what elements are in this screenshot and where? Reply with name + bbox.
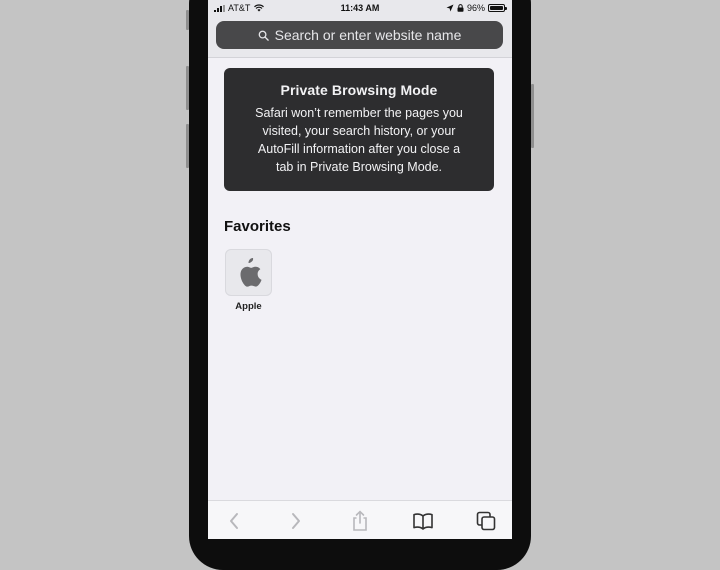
power-button: [531, 84, 534, 148]
volume-down-button: [186, 124, 189, 168]
status-bar: AT&T 11:43 AM 96%: [208, 0, 512, 17]
share-icon: [353, 510, 367, 531]
bottom-toolbar: [208, 500, 512, 539]
safari-screen: AT&T 11:43 AM 96% Search or enter websit…: [208, 0, 512, 539]
description-line: AutoFill information after you close a: [257, 142, 461, 156]
forward-icon: [292, 513, 300, 529]
description-line: Safari won’t remember the pages you: [255, 106, 463, 120]
share-button[interactable]: [347, 509, 373, 533]
back-icon: [230, 513, 238, 529]
lock-rotation-icon: [457, 4, 464, 12]
location-icon: [446, 4, 454, 12]
favorite-apple-label: Apple: [235, 301, 262, 312]
bookmarks-icon: [413, 513, 433, 530]
private-browsing-notice: Private Browsing Mode Safari won’t remem…: [224, 68, 494, 191]
search-input[interactable]: Search or enter website name: [216, 21, 503, 49]
back-button[interactable]: [221, 509, 247, 533]
favorite-apple[interactable]: [225, 249, 272, 296]
private-browsing-description: Safari won’t remember the pages you visi…: [236, 104, 482, 176]
tabs-icon: [476, 511, 496, 531]
silent-switch: [186, 10, 189, 30]
private-browsing-title: Private Browsing Mode: [280, 82, 438, 98]
battery-percent: 96%: [466, 3, 485, 13]
favorites-heading: Favorites: [224, 218, 291, 235]
volume-up-button: [186, 66, 189, 110]
battery-icon: [488, 4, 507, 12]
search-icon: [258, 30, 269, 41]
search-placeholder: Search or enter website name: [274, 27, 462, 43]
apple-logo-icon: [239, 257, 262, 287]
tabs-button[interactable]: [473, 509, 499, 533]
description-line: tab in Private Browsing Mode.: [275, 160, 443, 174]
description-line: visited, your search history, or your: [262, 124, 456, 138]
forward-button[interactable]: [283, 509, 309, 533]
bookmarks-button[interactable]: [410, 509, 436, 533]
top-bar: AT&T 11:43 AM 96% Search or enter websit…: [208, 0, 512, 58]
